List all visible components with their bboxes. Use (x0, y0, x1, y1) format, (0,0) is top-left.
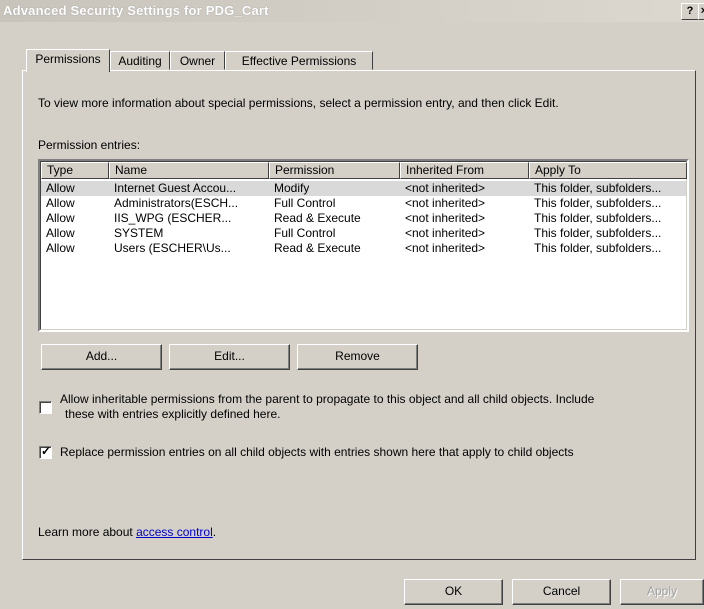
cell-name: Users (ESCHER\Us... (114, 241, 231, 255)
permission-entries-list[interactable]: Type Name Permission Inherited From Appl… (38, 159, 689, 332)
tab-permissions[interactable]: Permissions (26, 49, 110, 72)
tab-owner[interactable]: Owner (170, 51, 225, 70)
intro-text: To view more information about special p… (38, 96, 559, 110)
column-header-name[interactable]: Name (109, 162, 269, 179)
tab-effective-permissions[interactable]: Effective Permissions (225, 51, 373, 70)
tab-auditing[interactable]: Auditing (110, 51, 170, 70)
close-button[interactable]: × (698, 3, 704, 20)
replace-permissions-checkbox[interactable]: ✓ (39, 444, 52, 459)
learn-more-prefix: Learn more about (38, 525, 137, 539)
column-header-inherited-from[interactable]: Inherited From (400, 162, 529, 179)
cell-apply-to: This folder, subfolders... (534, 241, 662, 255)
entries-label: Permission entries: (38, 138, 141, 152)
list-frame: Type Name Permission Inherited From Appl… (40, 161, 687, 330)
table-row[interactable]: Allow Administrators(ESCH... Full Contro… (41, 196, 686, 211)
learn-more-suffix: . (212, 525, 217, 539)
table-row[interactable]: Allow IIS_WPG (ESCHER... Read & Execute … (41, 211, 686, 226)
list-header: Type Name Permission Inherited From Appl… (41, 162, 687, 180)
remove-button[interactable]: Remove (297, 344, 418, 370)
edit-button[interactable]: Edit... (169, 344, 290, 370)
cell-permission: Modify (274, 181, 310, 195)
table-row[interactable]: Allow Internet Guest Accou... Modify <no… (41, 181, 686, 196)
access-control-link[interactable]: access control (136, 525, 213, 539)
window-title: Advanced Security Settings for PDG_Cart (3, 3, 269, 18)
table-row[interactable]: Allow Users (ESCHER\Us... Read & Execute… (41, 241, 686, 256)
cell-apply-to: This folder, subfolders... (534, 226, 662, 240)
ok-button[interactable]: OK (404, 579, 503, 605)
cell-type: Allow (46, 196, 75, 210)
cell-inherited-from: <not inherited> (405, 196, 486, 210)
cell-apply-to: This folder, subfolders... (534, 196, 662, 210)
cell-apply-to: This folder, subfolders... (534, 181, 662, 195)
apply-button[interactable]: Apply (620, 579, 704, 605)
cancel-button[interactable]: Cancel (512, 579, 611, 605)
inherit-permissions-checkbox[interactable] (39, 401, 52, 414)
cell-type: Allow (46, 181, 75, 195)
cell-name: IIS_WPG (ESCHER... (114, 211, 232, 225)
cell-type: Allow (46, 211, 75, 225)
learn-more-text: Learn more about access control. (38, 525, 216, 539)
replace-permissions-label: Replace permission entries on all child … (60, 445, 574, 459)
add-button[interactable]: Add... (41, 344, 162, 370)
cell-permission: Full Control (274, 226, 336, 240)
cell-inherited-from: <not inherited> (405, 211, 486, 225)
cell-type: Allow (46, 226, 75, 240)
cell-inherited-from: <not inherited> (405, 241, 486, 255)
cell-name: SYSTEM (114, 226, 164, 240)
cell-name: Internet Guest Accou... (114, 181, 237, 195)
cell-permission: Read & Execute (274, 211, 361, 225)
cell-type: Allow (46, 241, 75, 255)
help-button[interactable]: ? (681, 3, 699, 20)
security-dialog: Advanced Security Settings for PDG_Cart … (0, 0, 704, 609)
inherit-permissions-label-2: these with entries explicitly defined he… (65, 407, 281, 421)
cell-name: Administrators(ESCH... (114, 196, 239, 210)
cell-permission: Read & Execute (274, 241, 361, 255)
checkmark-icon: ✓ (41, 444, 52, 458)
column-header-permission[interactable]: Permission (269, 162, 400, 179)
cell-inherited-from: <not inherited> (405, 226, 486, 240)
inherit-permissions-label-1: Allow inheritable permissions from the p… (60, 392, 595, 406)
column-header-apply-to[interactable]: Apply To (529, 162, 687, 179)
cell-permission: Full Control (274, 196, 336, 210)
cell-apply-to: This folder, subfolders... (534, 211, 662, 225)
column-header-type[interactable]: Type (41, 162, 109, 179)
cell-inherited-from: <not inherited> (405, 181, 486, 195)
title-bar[interactable]: Advanced Security Settings for PDG_Cart … (0, 0, 704, 22)
table-row[interactable]: Allow SYSTEM Full Control <not inherited… (41, 226, 686, 241)
